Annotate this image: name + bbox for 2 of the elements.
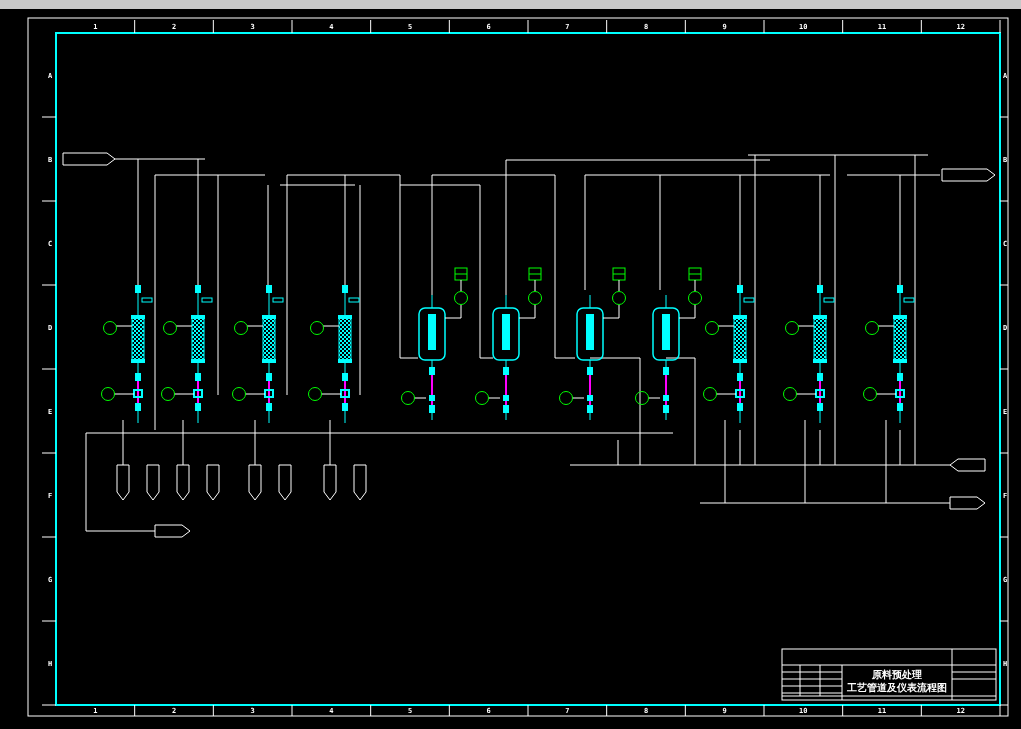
drawing-subtitle: 工艺管道及仪表流程图 bbox=[847, 682, 947, 693]
drawing-title: 原料预处理 bbox=[872, 669, 922, 680]
